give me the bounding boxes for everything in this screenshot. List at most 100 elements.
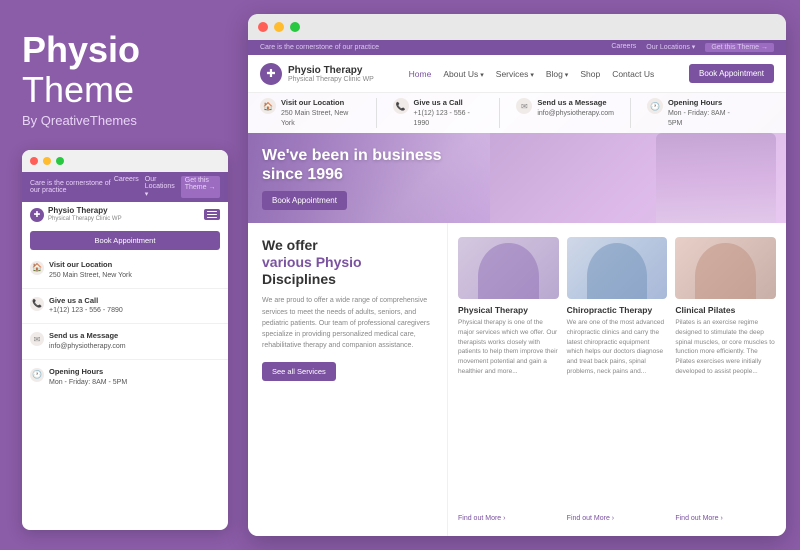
hero-hours-text: Opening Hours Mon - Friday: 8AM - 5PM [668,98,742,128]
sb-clock-icon: 🕐 [30,368,44,382]
hero-info-hours: 🕐 Opening Hours Mon - Friday: 8AM - 5PM [647,98,758,128]
sb-location-text: Visit our Location 250 Main Street, New … [49,260,132,281]
site-link-careers[interactable]: Careers [611,43,636,52]
rb-dot-yellow [274,22,284,32]
sb-dot-red [30,157,38,165]
card-img-cp-inner [675,237,776,299]
card-physical-therapy: Physical Therapy Physical therapy is one… [458,237,559,522]
sb-hours-text: Opening Hours Mon - Friday: 8AM - 5PM [49,367,127,388]
nav-link-home[interactable]: Home [409,69,432,79]
sb-phone-title: Give us a Call [49,296,98,305]
rb-content: Care is the cornerstone of our practice … [248,40,786,536]
rb-dot-red [258,22,268,32]
card-title-cp: Clinical Pilates [675,305,776,315]
site-link-locations[interactable]: Our Locations ▾ [646,43,695,52]
site-logo-text-group: Physio Therapy Physical Therapy Clinic W… [288,65,374,83]
site-logo-icon: ✚ [260,63,282,85]
sb-location-title: Visit our Location [49,260,112,269]
hero-clock-icon: 🕐 [647,98,663,114]
sb-topbar-links: Careers Our Locations ▾ Get this Theme → [114,176,220,198]
card-person-shape-ct [587,243,647,299]
hero-location-icon: 🏠 [260,98,276,114]
sb-link-careers[interactable]: Careers [114,176,139,198]
site-navbar: ✚ Physio Therapy Physical Therapy Clinic… [248,55,786,93]
sb-phone-icon: 📞 [30,297,44,311]
hero-person-image [656,133,776,223]
hero-email-detail: info@physiotherapy.com [537,110,614,117]
hero-email-text: Send us a Message info@physiotherapy.com [537,98,614,119]
sb-link-locations[interactable]: Our Locations ▾ [145,176,175,198]
card-link-pt[interactable]: Find out More [458,515,559,522]
sb-link-theme[interactable]: Get this Theme → [181,176,220,198]
card-chiropractic: Chiropractic Therapy We are one of the m… [567,237,668,522]
hero-image [490,133,786,223]
sb-menu-line-2 [207,214,217,216]
sb-info-location: 🏠 Visit our Location 250 Main Street, Ne… [22,256,228,285]
rb-titlebar [248,14,786,40]
site-link-theme[interactable]: Get this Theme → [705,43,774,52]
site-main-content: We offer various Physio Disciplines We a… [248,223,786,536]
hero-text-area: We've been in business since 1996 Book A… [248,146,456,210]
card-text-ct: We are one of the most advanced chiropra… [567,318,668,511]
hero-email-icon: ✉ [516,98,532,114]
sb-hours-title: Opening Hours [49,367,103,376]
nav-link-contact[interactable]: Contact Us [612,69,654,79]
sb-email-text: Send us a Message info@physiotherapy.com [49,331,126,352]
hero-cta-button[interactable]: Book Appointment [262,191,347,210]
card-link-ct[interactable]: Find out More [567,515,668,522]
sb-hours-detail: Mon - Friday: 8AM - 5PM [49,379,127,386]
sb-email-icon: ✉ [30,332,44,346]
hero-phone-title: Give us a Call [414,98,463,107]
nav-link-shop[interactable]: Shop [580,69,600,79]
sb-email-title: Send us a Message [49,331,118,340]
sb-logo-text-group: Physio Therapy Physical Therapy Clinic W… [48,207,122,222]
sb-hamburger-icon[interactable] [204,209,220,221]
hero-info-email: ✉ Send us a Message info@physiotherapy.c… [516,98,631,128]
hero-phone-detail: +1(12) 123 - 556 - 1990 [414,110,470,127]
sb-topbar-tagline: Care is the cornerstone of our practice [30,180,114,194]
site-cards: Physical Therapy Physical therapy is one… [448,223,786,536]
card-img-cp [675,237,776,299]
hero-email-title: Send us a Message [537,98,606,107]
sb-dot-green [56,157,64,165]
card-img-pt-inner [458,237,559,299]
site-topbar-tagline: Care is the cornerstone of our practice [260,44,379,51]
card-text-pt: Physical therapy is one of the major ser… [458,318,559,511]
site-left-content: We offer various Physio Disciplines We a… [248,223,448,536]
nav-link-services[interactable]: Services [496,69,534,79]
card-pilates: Clinical Pilates Pilates is an exercise … [675,237,776,522]
card-img-ct-inner [567,237,668,299]
sb-logo-name: Physio Therapy [48,207,122,216]
card-title-pt: Physical Therapy [458,305,559,315]
sb-appointment-button[interactable]: Book Appointment [30,231,220,250]
site-topbar-links: Careers Our Locations ▾ Get this Theme → [611,43,774,52]
right-browser: Care is the cornerstone of our practice … [248,14,786,536]
card-link-cp[interactable]: Find out More [675,515,776,522]
site-logo-area: ✚ Physio Therapy Physical Therapy Clinic… [260,63,374,85]
sb-phone-detail: +1(12) 123 - 556 - 7890 [49,307,123,314]
content-heading: We offer various Physio Disciplines [262,237,433,287]
sb-menu-line-1 [207,211,217,213]
sb-divider-3 [22,359,228,360]
hero-info-location: 🏠 Visit our Location 250 Main Street, Ne… [260,98,377,128]
site-nav-cta-button[interactable]: Book Appointment [689,64,774,83]
site-topbar: Care is the cornerstone of our practice … [248,40,786,55]
sb-info-email: ✉ Send us a Message info@physiotherapy.c… [22,327,228,356]
site-nav-links: Home About Us Services Blog Shop Contact… [409,69,655,79]
hero-info-bar: 🏠 Visit our Location 250 Main Street, Ne… [248,93,786,133]
sb-menu-line-3 [207,217,217,219]
card-person-shape-cp [695,243,755,299]
card-text-cp: Pilates is an exercise regime designed t… [675,318,776,511]
brand-name-bold: Physio [22,30,228,70]
sb-email-detail: info@physiotherapy.com [49,343,126,350]
sb-nav-logo: ✚ Physio Therapy Physical Therapy Clinic… [30,207,122,222]
nav-link-about[interactable]: About Us [443,69,483,79]
site-hero: 🏠 Visit our Location 250 Main Street, Ne… [248,93,786,223]
sb-logo-sub: Physical Therapy Clinic WP [48,216,122,222]
hero-location-detail: 250 Main Street, New York [281,110,348,127]
nav-link-blog[interactable]: Blog [546,69,568,79]
services-button[interactable]: See all Services [262,362,336,381]
sb-info-phone: 📞 Give us a Call +1(12) 123 - 556 - 7890 [22,292,228,321]
content-body-text: We are proud to offer a wide range of co… [262,295,433,351]
sb-topbar: Care is the cornerstone of our practice … [22,172,228,202]
